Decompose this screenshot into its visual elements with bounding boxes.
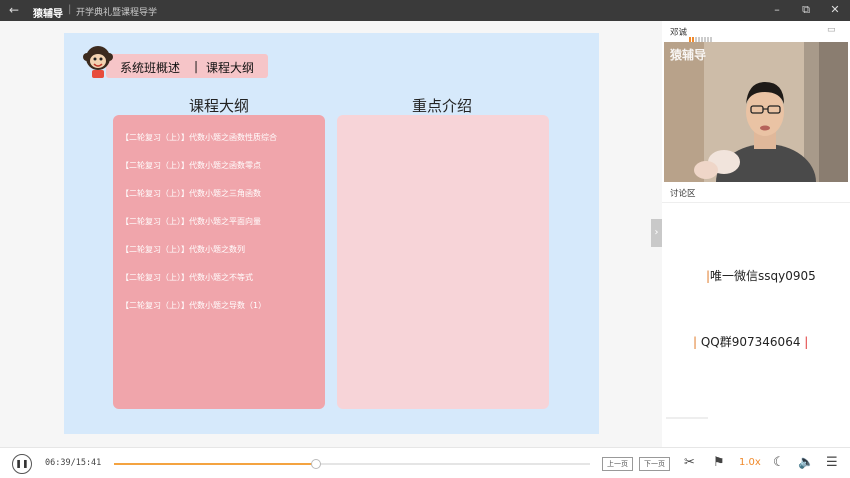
teacher-name: 邓诚 [670, 28, 688, 38]
progress-fill [114, 463, 316, 465]
progress-track[interactable] [114, 459, 590, 469]
teacher-video: 猿辅导 [664, 42, 848, 182]
night-mode-icon[interactable]: ☾ [773, 455, 785, 470]
syllabus-item: 【二轮复习（上）】代数小题之三角函数 [121, 189, 261, 198]
left-column-title: 课程大纲 [189, 97, 250, 115]
pause-button[interactable]: ❚❚ [12, 454, 32, 474]
minimize-icon[interactable]: – [770, 3, 784, 16]
playback-time: 06:39/15:41 [45, 458, 102, 468]
syllabus-item: 【二轮复习（上）】代数小题之导数（1） [121, 301, 267, 310]
section-header-divider: | [194, 59, 199, 73]
chat-scroll-indicator [666, 417, 708, 419]
progress-knob[interactable] [310, 459, 321, 469]
title-separator: | [68, 4, 72, 15]
scissors-icon[interactable]: ✂ [684, 455, 695, 470]
lesson-stage: 系统班概述 | 课程大纲 课程大纲 重点介绍 【二轮复习（上）】代数小题之函数性… [0, 21, 662, 447]
section-header-right: 课程大纲 [206, 61, 255, 75]
audio-level-meter [689, 28, 715, 43]
next-page-button[interactable]: 下一页 [639, 457, 670, 471]
app-name: 猿辅导 [33, 9, 63, 20]
qq-notice: | QQ群907346064 | [693, 335, 809, 349]
section-header-left: 系统班概述 [120, 61, 181, 75]
video-watermark: 猿辅导 [670, 48, 707, 62]
course-title: 开学典礼暨课程导学 [76, 8, 158, 18]
sidebar-divider [662, 202, 850, 203]
teacher-video-frame [664, 42, 848, 182]
syllabus-item: 【二轮复习（上）】代数小题之平面向量 [121, 217, 261, 226]
close-icon[interactable]: ✕ [828, 3, 842, 16]
discussion-tab[interactable]: 讨论区 [670, 187, 696, 199]
syllabus-box: 【二轮复习（上）】代数小题之函数性质综合 【二轮复习（上）】代数小题之函数零点 … [113, 115, 325, 409]
restore-icon[interactable]: ⧉ [799, 3, 813, 17]
slide: 系统班概述 | 课程大纲 课程大纲 重点介绍 【二轮复习（上）】代数小题之函数性… [64, 33, 599, 434]
back-arrow-icon[interactable]: ← [9, 3, 19, 17]
volume-icon[interactable]: 🔈 [798, 455, 814, 470]
syllabus-item: 【二轮复习（上）】代数小题之函数零点 [121, 161, 261, 170]
title-bar: ← 猿辅导 | 开学典礼暨课程导学 – ⧉ ✕ [0, 0, 850, 21]
prev-page-button[interactable]: 上一页 [602, 457, 633, 471]
camera-icon[interactable]: ▭ [827, 25, 836, 35]
expand-sidebar-icon[interactable]: › [651, 219, 662, 247]
qq-notice-text: QQ群907346064 [700, 335, 801, 349]
syllabus-item: 【二轮复习（上）】代数小题之函数性质综合 [121, 133, 277, 142]
right-column-title: 重点介绍 [412, 97, 473, 115]
monkey-mascot-icon [83, 46, 113, 78]
menu-icon[interactable]: ☰ [826, 455, 838, 470]
syllabus-item: 【二轮复习（上）】代数小题之不等式 [121, 273, 253, 282]
syllabus-item: 【二轮复习（上）】代数小题之数列 [121, 245, 245, 254]
playback-speed[interactable]: 1.0x [739, 457, 761, 468]
player-controls: ❚❚ 06:39/15:41 上一页 下一页 ✂ ⚑ 1.0x ☾ 🔈 ☰ [0, 447, 850, 478]
flag-icon[interactable]: ⚑ [713, 455, 725, 470]
wechat-notice-text: 唯一微信ssqy0905 [710, 269, 816, 283]
section-header: 系统班概述 | 课程大纲 [106, 54, 268, 78]
highlights-box [337, 115, 549, 409]
wechat-notice: |唯一微信ssqy0905 [706, 269, 816, 283]
